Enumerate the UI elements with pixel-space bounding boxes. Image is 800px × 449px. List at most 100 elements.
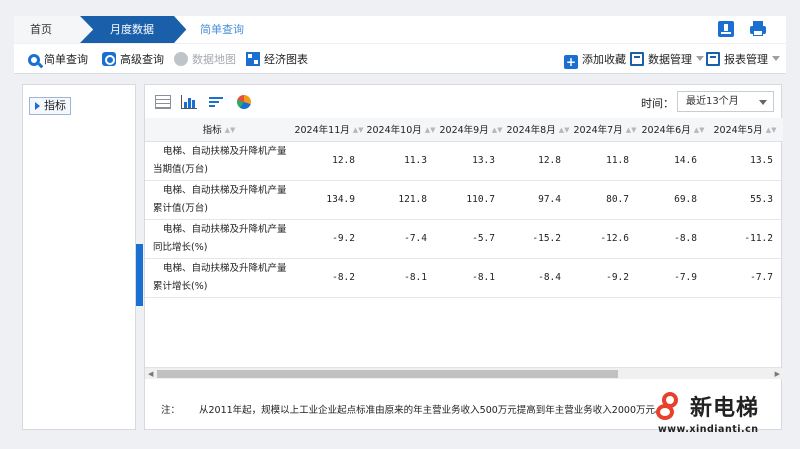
chevron-down-icon: [759, 100, 767, 105]
sort-icon: ▲▼: [765, 126, 777, 135]
data-table: 指标 ▲▼ 2024年11月 ▲▼ 2024年10月 ▲▼ 2024年9月 ▲▼ 202…: [145, 118, 783, 298]
sort-icon: ▲▼: [224, 126, 236, 135]
breadcrumb: 首页 月度数据 简单查询: [14, 16, 786, 43]
pie-chart-icon[interactable]: [237, 95, 251, 109]
print-icon[interactable]: [750, 21, 766, 37]
value-cell: -9.2: [293, 219, 365, 259]
note-label: 注：: [161, 405, 181, 416]
value-cell: 80.7: [571, 180, 639, 220]
value-cell: 11.8: [571, 141, 639, 181]
scroll-right-icon[interactable]: ▶: [775, 370, 780, 378]
value-cell: -5.7: [437, 219, 505, 259]
sort-icon: ▲▼: [693, 126, 705, 135]
value-cell: -8.1: [365, 258, 437, 298]
value-cell: 12.8: [505, 141, 571, 181]
indicator-name-cell: 电梯、自动扶梯及升降机产量 当期值(万台): [145, 141, 293, 181]
watermark-url: www.xindianti.cn: [658, 424, 759, 435]
value-cell: -7.7: [707, 258, 783, 298]
value-cell: -15.2: [505, 219, 571, 259]
chevron-down-icon: [772, 56, 780, 61]
value-cell: -8.8: [639, 219, 707, 259]
econ-chart-label: 经济图表: [264, 53, 308, 66]
watermark-title: 新电梯: [690, 396, 760, 421]
column-header[interactable]: 2024年8月 ▲▼: [505, 118, 571, 142]
report-manage-menu[interactable]: 报表管理: [706, 52, 780, 68]
value-cell: 13.3: [437, 141, 505, 181]
value-cell: 11.3: [365, 141, 437, 181]
add-favorite-button[interactable]: + 添加收藏: [564, 52, 626, 69]
sort-icon: ▲▼: [491, 126, 503, 135]
value-cell: -9.2: [571, 258, 639, 298]
column-header[interactable]: 2024年6月 ▲▼: [639, 118, 707, 142]
table-row: 电梯、自动扶梯及升降机产量 当期值(万台) 12.8 11.3 13.3 12.8…: [145, 141, 783, 181]
data-manage-icon: [630, 52, 644, 66]
value-cell: 110.7: [437, 180, 505, 220]
column-header[interactable]: 指标 ▲▼: [145, 118, 293, 142]
advanced-query-label: 高级查询: [120, 53, 164, 66]
simple-query-label: 简单查询: [44, 53, 88, 66]
time-range-select[interactable]: 最近13个月: [677, 91, 774, 112]
bar-chart-icon[interactable]: [181, 95, 197, 109]
advanced-query-button[interactable]: 高级查询: [102, 52, 164, 68]
indicator-name-cell: 电梯、自动扶梯及升降机产量 同比增长(%): [145, 219, 293, 259]
table-row: 电梯、自动扶梯及升降机产量 累计增长(%) -8.2 -8.1 -8.1 -8.4…: [145, 258, 783, 298]
site-watermark: 新电梯 www.xindianti.cn: [656, 390, 792, 440]
toolbar: 简单查询 高级查询 数据地图 经济图表 + 添加收藏 数据管理 报表管理: [14, 44, 786, 74]
horizontal-bar-chart-icon[interactable]: [209, 95, 225, 109]
chevron-down-icon: [696, 56, 704, 61]
plus-icon: +: [564, 55, 578, 69]
value-cell: -8.4: [505, 258, 571, 298]
data-manage-label: 数据管理: [648, 53, 692, 66]
time-range-value: 最近13个月: [686, 96, 739, 107]
column-header[interactable]: 2024年5月 ▲▼: [707, 118, 783, 142]
sort-icon: ▲▼: [424, 126, 436, 135]
download-icon[interactable]: [718, 21, 734, 37]
value-cell: 13.5: [707, 141, 783, 181]
value-cell: 121.8: [365, 180, 437, 220]
time-label: 时间：: [641, 97, 674, 110]
value-cell: 14.6: [639, 141, 707, 181]
horizontal-scrollbar[interactable]: ◀ ▶: [145, 367, 783, 379]
indicator-name-cell: 电梯、自动扶梯及升降机产量 累计增长(%): [145, 258, 293, 298]
column-header[interactable]: 2024年11月 ▲▼: [293, 118, 365, 142]
value-cell: -7.9: [639, 258, 707, 298]
value-cell: 12.8: [293, 141, 365, 181]
column-header[interactable]: 2024年9月 ▲▼: [437, 118, 505, 142]
table-view-icon[interactable]: [155, 95, 171, 109]
breadcrumb-monthly-data[interactable]: 月度数据: [80, 16, 190, 43]
data-table-panel: 时间： 最近13个月 指标 ▲▼ 2024年11月 ▲▼ 2024年10月 ▲▼ 20…: [144, 84, 783, 430]
value-cell: -12.6: [571, 219, 639, 259]
map-icon: [174, 52, 188, 66]
advanced-search-icon: [102, 52, 116, 66]
econ-chart-button[interactable]: 经济图表: [246, 52, 308, 68]
note-text: 从2011年起，规模以上工业企业起点标准由原来的年主营业务收入500万元提高到年…: [199, 405, 665, 416]
value-cell: 69.8: [639, 180, 707, 220]
panel-splitter-handle[interactable]: [136, 244, 143, 306]
breadcrumb-simple-query[interactable]: 简单查询: [174, 16, 262, 43]
column-header[interactable]: 2024年7月 ▲▼: [571, 118, 639, 142]
data-map-button[interactable]: 数据地图: [174, 52, 236, 68]
brand-logo-icon: [656, 392, 682, 422]
value-cell: -8.2: [293, 258, 365, 298]
scrollbar-thumb[interactable]: [157, 370, 618, 378]
add-favorite-label: 添加收藏: [582, 53, 626, 66]
value-cell: 134.9: [293, 180, 365, 220]
data-manage-menu[interactable]: 数据管理: [630, 52, 704, 68]
sort-icon: ▲▼: [625, 126, 637, 135]
column-header[interactable]: 2024年10月 ▲▼: [365, 118, 437, 142]
indicator-tree-node[interactable]: 指标: [29, 97, 71, 115]
sort-icon: ▲▼: [558, 126, 570, 135]
report-manage-icon: [706, 52, 720, 66]
scroll-left-icon[interactable]: ◀: [148, 370, 153, 378]
chart-icon: [246, 52, 260, 66]
simple-query-button[interactable]: 简单查询: [28, 52, 88, 68]
table-row: 电梯、自动扶梯及升降机产量 累计值(万台) 134.9 121.8 110.7 9…: [145, 180, 783, 220]
table-row: 电梯、自动扶梯及升降机产量 同比增长(%) -9.2 -7.4 -5.7 -15.…: [145, 219, 783, 259]
value-cell: -11.2: [707, 219, 783, 259]
value-cell: 55.3: [707, 180, 783, 220]
breadcrumb-home[interactable]: 首页: [14, 16, 94, 43]
value-cell: 97.4: [505, 180, 571, 220]
indicator-name-cell: 电梯、自动扶梯及升降机产量 累计值(万台): [145, 180, 293, 220]
data-map-label: 数据地图: [192, 53, 236, 66]
indicator-tree-panel: 指标: [22, 84, 136, 430]
